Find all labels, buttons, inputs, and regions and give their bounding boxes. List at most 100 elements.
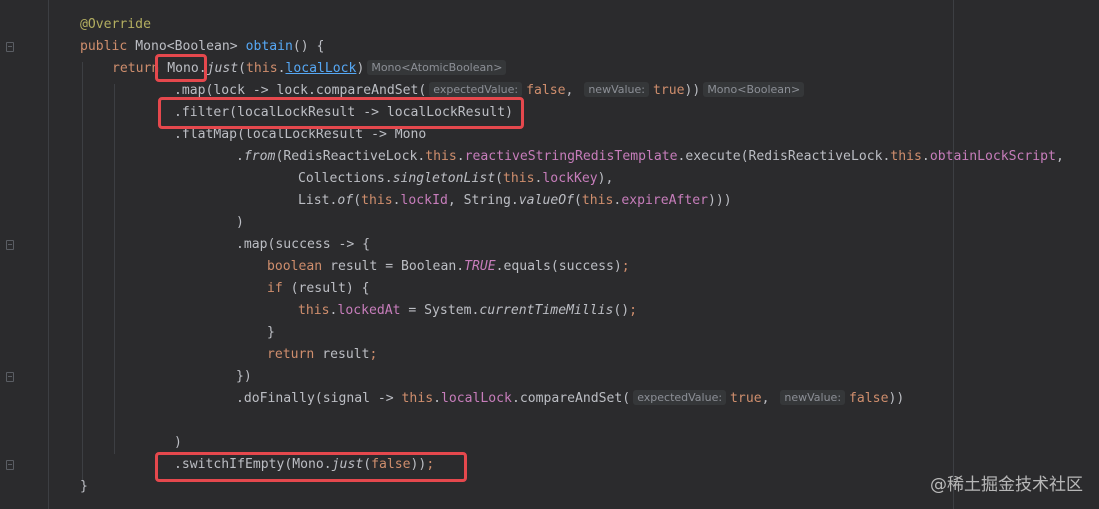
semicolon: ; xyxy=(629,303,638,318)
static-method: valueOf xyxy=(518,193,574,208)
code-token: .equals(success) xyxy=(495,259,622,274)
semicolon: ; xyxy=(369,347,378,362)
semicolon: ; xyxy=(621,259,630,274)
code-token: result xyxy=(322,347,370,362)
parameter-hint: newValue: xyxy=(780,390,846,405)
keyword: boolean xyxy=(267,259,331,274)
highlight-box-filter xyxy=(158,97,524,129)
literal: false xyxy=(526,83,566,98)
type-hint: Mono<AtomicBoolean> xyxy=(367,60,507,75)
code-line-11: .map(success -> { xyxy=(236,234,370,256)
field-reference: lockKey xyxy=(542,171,598,186)
parameter-hint: expectedValue: xyxy=(429,82,523,97)
code-line-16: return result; xyxy=(267,344,377,366)
code-token: () { xyxy=(292,39,325,54)
code-token: .doFinally(signal -> xyxy=(236,391,402,406)
code-line-10: ) xyxy=(236,212,244,234)
code-token: (result) { xyxy=(290,281,370,296)
code-token: , xyxy=(1055,149,1064,164)
code-token: )) xyxy=(684,83,701,98)
code-token: result = Boolean. xyxy=(330,259,465,274)
code-token: . xyxy=(433,391,441,406)
parameter-hint: newValue: xyxy=(584,82,649,97)
override-annotation: @Override xyxy=(80,17,151,32)
code-line-13: if (result) { xyxy=(267,278,370,300)
code-token: } xyxy=(80,479,88,494)
code-token: . xyxy=(236,149,244,164)
code-line-21: } xyxy=(80,476,88,498)
code-line-17: }) xyxy=(236,366,252,388)
code-token: (RedisReactiveLock. xyxy=(275,149,426,164)
keyword: this xyxy=(502,171,535,186)
code-line-9: List.of(this.lockId, String.valueOf(this… xyxy=(298,190,732,212)
code-token: .compareAndSet( xyxy=(511,391,631,406)
code-token: ( xyxy=(238,61,247,76)
code-token: ) xyxy=(236,215,244,230)
method-name: obtain xyxy=(245,39,293,54)
code-token: .execute(RedisReactiveLock. xyxy=(677,149,891,164)
static-method: of xyxy=(337,193,354,208)
code-token: ( xyxy=(495,171,503,186)
code-line-12: boolean result = Boolean.TRUE.equals(suc… xyxy=(267,256,630,278)
code-token: )) xyxy=(888,391,905,406)
field-reference: obtainLockScript xyxy=(929,149,1056,164)
keyword: this xyxy=(361,193,393,208)
code-line-1: @Override xyxy=(80,14,151,36)
keyword: this xyxy=(401,391,434,406)
field-reference: expireAfter xyxy=(621,193,709,208)
field-reference: localLock xyxy=(440,391,512,406)
keyword: this xyxy=(246,61,278,76)
keyword: return xyxy=(267,347,323,362)
code-line-7: .from(RedisReactiveLock.this.reactiveStr… xyxy=(236,146,1064,168)
keyword: public xyxy=(80,39,136,54)
code-token: . xyxy=(921,149,930,164)
highlight-box-switch-if-empty xyxy=(155,452,467,482)
parameter-hint: expectedValue: xyxy=(633,390,727,405)
code-token: } xyxy=(267,325,275,340)
code-token: = System. xyxy=(400,303,480,318)
code-token: ( xyxy=(573,193,582,208)
highlight-box-mono xyxy=(155,54,207,82)
code-line-15: } xyxy=(267,322,275,344)
keyword: this xyxy=(425,149,457,164)
type-hint: Mono<Boolean> xyxy=(703,82,805,97)
code-token: ))) xyxy=(708,193,732,208)
code-token: ( xyxy=(353,193,362,208)
code-token: ), xyxy=(597,171,614,186)
keyword: this xyxy=(298,303,330,318)
literal: false xyxy=(849,391,889,406)
keyword: if xyxy=(267,281,291,296)
literal: true xyxy=(730,391,762,406)
code-token: .flatMap(localLockResult -> Mono xyxy=(174,127,427,142)
code-token: ) xyxy=(356,61,365,76)
code-token: List. xyxy=(298,193,338,208)
field-reference: lockedAt xyxy=(337,303,401,318)
code-token: }) xyxy=(236,369,252,384)
code-line-18: .doFinally(signal -> this.localLock.comp… xyxy=(236,388,904,410)
code-token: .map(lock -> lock.compareAndSet( xyxy=(174,83,427,98)
code-token: Collections. xyxy=(298,171,393,186)
static-method: currentTimeMillis xyxy=(479,303,614,318)
keyword: this xyxy=(890,149,922,164)
code-token: () xyxy=(613,303,630,318)
field-reference: reactiveStringRedisTemplate xyxy=(464,149,678,164)
code-token: , xyxy=(565,83,582,98)
code-line-8: Collections.singletonList(this.lockKey), xyxy=(298,168,613,190)
static-method: singletonList xyxy=(392,171,496,186)
field-reference: lockId xyxy=(400,193,448,208)
code-token: , xyxy=(761,391,778,406)
field-reference[interactable]: localLock xyxy=(285,61,356,76)
static-method: just xyxy=(206,61,239,76)
code-token: , String. xyxy=(447,193,519,208)
literal: true xyxy=(652,83,685,98)
type-name: Mono<Boolean> xyxy=(135,39,246,54)
keyword: this xyxy=(581,193,614,208)
code-line-19: ) xyxy=(174,432,182,454)
code-token: . xyxy=(392,193,401,208)
static-method: from xyxy=(243,149,276,164)
code-token: ) xyxy=(174,435,182,450)
code-token: .map(success -> { xyxy=(236,237,371,252)
code-token: . xyxy=(456,149,465,164)
constant: TRUE xyxy=(464,259,496,274)
watermark: @稀土掘金技术社区 xyxy=(930,475,1083,495)
